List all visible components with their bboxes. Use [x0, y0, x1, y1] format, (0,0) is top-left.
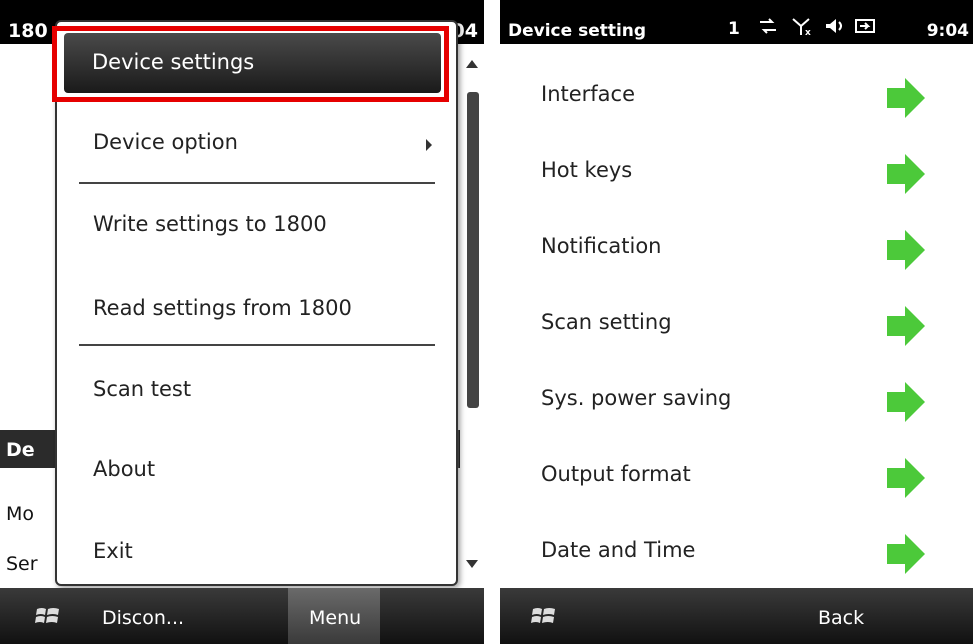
windows-logo-icon[interactable] [34, 604, 62, 628]
taskbar: Discon... Menu [0, 588, 484, 644]
right-phone-screen: Device setting 1 x 9:04 Interface Hot ke… [500, 0, 973, 644]
scrollbar-thumb[interactable] [467, 92, 479, 408]
green-arrow-icon [887, 382, 925, 422]
disconnect-softkey[interactable]: Discon... [102, 607, 184, 629]
list-item-label: Hot keys [541, 158, 633, 182]
notification-count: 1 [728, 19, 740, 39]
list-item-hot-keys[interactable]: Hot keys [500, 126, 973, 202]
menu-item-about[interactable]: About [57, 435, 456, 505]
popup-menu: Device settings Device option Write sett… [55, 20, 458, 586]
list-item-date-and-time[interactable]: Date and Time [500, 506, 973, 582]
left-phone-screen: 180 04 De Mo Ser Device settings Device … [0, 0, 484, 644]
menu-item-label: Device option [93, 130, 238, 154]
list-item-label: Scan setting [541, 310, 672, 334]
submenu-arrow-icon [426, 139, 432, 151]
menu-item-read-settings[interactable]: Read settings from 1800 [57, 274, 456, 344]
list-item-label: Output format [541, 462, 691, 486]
list-item-interface[interactable]: Interface [500, 50, 973, 126]
menu-item-label: Write settings to 1800 [93, 212, 327, 236]
taskbar: Back [500, 588, 973, 644]
list-item-label: Interface [541, 82, 636, 106]
svg-text:x: x [805, 28, 811, 36]
status-title: Device setting [508, 21, 647, 41]
green-arrow-icon [887, 306, 925, 346]
menu-separator [79, 344, 435, 346]
list-item-scan-setting[interactable]: Scan setting [500, 278, 973, 354]
menu-item-label: Scan test [93, 377, 192, 401]
status-time: 9:04 [926, 21, 969, 41]
list-item-sys-power-saving[interactable]: Sys. power saving [500, 354, 973, 430]
windows-logo-icon[interactable] [530, 604, 558, 628]
background-row-label: Mo [6, 503, 35, 525]
list-item-output-format[interactable]: Output format [500, 430, 973, 506]
green-arrow-icon [887, 154, 925, 194]
battery-charging-icon [855, 19, 875, 33]
scroll-down-icon[interactable] [466, 560, 478, 568]
menu-softkey[interactable]: Menu [288, 588, 380, 644]
scroll-up-icon[interactable] [466, 60, 478, 68]
signal-off-icon: x [792, 18, 811, 36]
menu-item-exit[interactable]: Exit [57, 517, 456, 587]
menu-item-label: About [93, 457, 156, 481]
sync-icon [760, 18, 776, 34]
menu-item-label: Read settings from 1800 [93, 296, 352, 320]
menu-softkey-label: Menu [309, 607, 362, 629]
green-arrow-icon [887, 534, 925, 574]
background-row-label: Ser [6, 553, 38, 575]
menu-item-scan-test[interactable]: Scan test [57, 355, 456, 425]
green-arrow-icon [887, 458, 925, 498]
back-softkey[interactable]: Back [818, 607, 864, 629]
menu-item-write-settings[interactable]: Write settings to 1800 [57, 190, 456, 260]
menu-separator [79, 182, 435, 184]
status-title-fragment: 180 [8, 20, 48, 42]
green-arrow-icon [887, 230, 925, 270]
menu-item-label: Exit [93, 539, 133, 563]
green-arrow-icon [887, 78, 925, 118]
list-item-label: Notification [541, 234, 662, 258]
background-section-header-label: De [6, 439, 35, 461]
list-item-notification[interactable]: Notification [500, 202, 973, 278]
list-item-label: Sys. power saving [541, 386, 732, 410]
volume-icon [826, 19, 842, 33]
list-item-label: Date and Time [541, 538, 696, 562]
status-bar: Device setting 1 x 9:04 [500, 0, 973, 44]
screenshot-comparison: 180 04 De Mo Ser Device settings Device … [0, 0, 973, 644]
selection-highlight-box [52, 26, 449, 102]
menu-item-device-option[interactable]: Device option [57, 108, 456, 178]
